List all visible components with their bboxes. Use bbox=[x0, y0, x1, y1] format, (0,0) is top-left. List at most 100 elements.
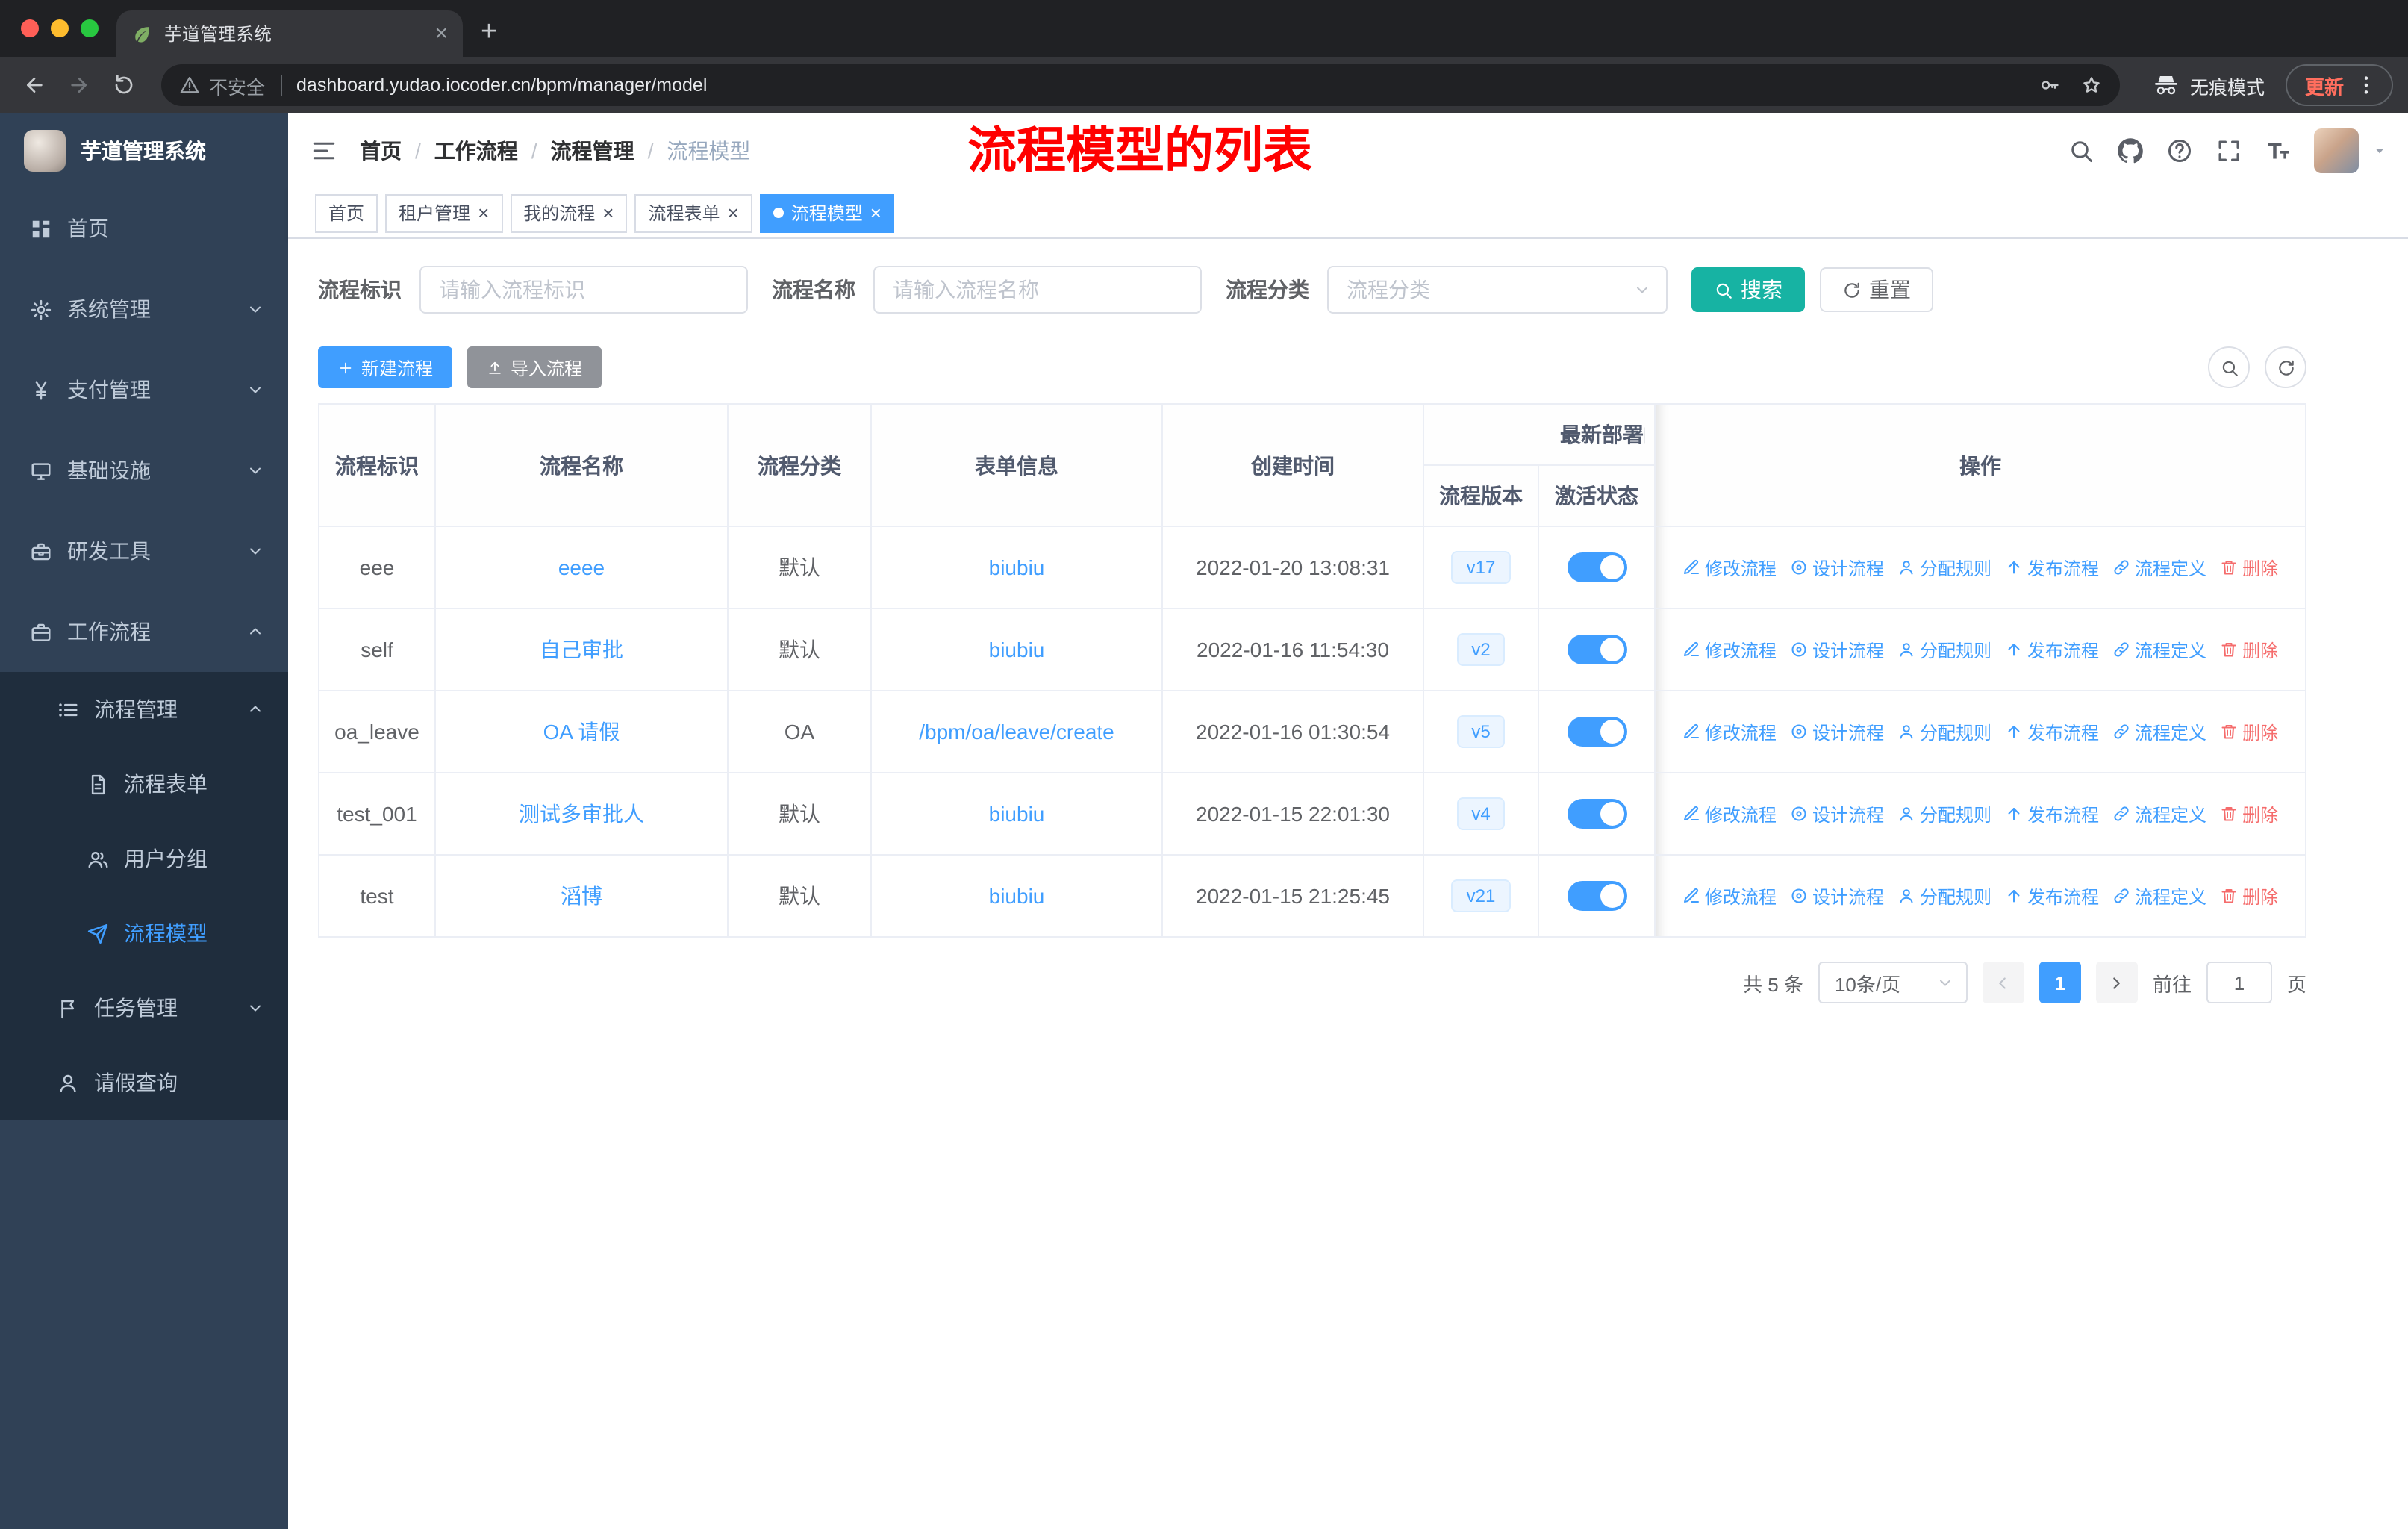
tags-view-item[interactable]: 租户管理 × bbox=[385, 193, 503, 232]
address-bar[interactable]: 不安全 dashboard.yudao.iocoder.cn/bpm/manag… bbox=[161, 64, 2120, 106]
action-delete-link[interactable]: 删除 bbox=[2220, 637, 2278, 662]
active-toggle[interactable] bbox=[1567, 881, 1626, 911]
action-design-link[interactable]: 设计流程 bbox=[1790, 883, 1884, 909]
back-icon[interactable] bbox=[15, 66, 54, 105]
action-edit-link[interactable]: 修改流程 bbox=[1682, 555, 1777, 580]
page-size-select[interactable]: 10条/页 bbox=[1818, 962, 1968, 1003]
action-publish-link[interactable]: 发布流程 bbox=[2005, 637, 2099, 662]
form-info-link[interactable]: /bpm/oa/leave/create bbox=[919, 720, 1114, 744]
create-process-button[interactable]: 新建流程 bbox=[318, 346, 453, 388]
sidebar-item-process-model[interactable]: 流程模型 bbox=[0, 896, 288, 971]
action-design-link[interactable]: 设计流程 bbox=[1790, 637, 1884, 662]
form-info-link[interactable]: biubiu bbox=[989, 802, 1045, 826]
form-info-link[interactable]: biubiu bbox=[989, 638, 1045, 661]
action-edit-link[interactable]: 修改流程 bbox=[1682, 637, 1777, 662]
sidebar-item-process-form[interactable]: 流程表单 bbox=[0, 747, 288, 821]
next-page-button[interactable] bbox=[2095, 962, 2138, 1003]
sidebar-item-infrastructure[interactable]: 基础设施 bbox=[0, 430, 288, 511]
action-assign-link[interactable]: 分配规则 bbox=[1897, 637, 1991, 662]
action-assign-link[interactable]: 分配规则 bbox=[1897, 719, 1991, 744]
new-tab-button[interactable]: + bbox=[481, 18, 497, 46]
action-edit-link[interactable]: 修改流程 bbox=[1682, 801, 1777, 826]
action-design-link[interactable]: 设计流程 bbox=[1790, 801, 1884, 826]
process-name-link[interactable]: 测试多审批人 bbox=[519, 802, 644, 826]
user-avatar[interactable] bbox=[2314, 128, 2359, 173]
active-toggle[interactable] bbox=[1567, 552, 1626, 582]
sidebar-item-system-management[interactable]: 系统管理 bbox=[0, 269, 288, 349]
close-icon[interactable]: × bbox=[870, 203, 882, 222]
action-delete-link[interactable]: 删除 bbox=[2220, 719, 2278, 744]
tab-close-icon[interactable]: × bbox=[434, 22, 448, 45]
action-edit-link[interactable]: 修改流程 bbox=[1682, 719, 1777, 744]
active-toggle[interactable] bbox=[1567, 799, 1626, 829]
browser-menu-button[interactable]: 更新 bbox=[2285, 64, 2393, 106]
action-design-link[interactable]: 设计流程 bbox=[1790, 719, 1884, 744]
refresh-table-button[interactable] bbox=[2265, 346, 2306, 388]
fullscreen-icon[interactable] bbox=[2215, 137, 2242, 164]
import-process-button[interactable]: 导入流程 bbox=[467, 346, 602, 388]
active-toggle[interactable] bbox=[1567, 635, 1626, 664]
sidebar-item-home[interactable]: 首页 bbox=[0, 188, 288, 269]
action-definition-link[interactable]: 流程定义 bbox=[2112, 555, 2206, 580]
close-icon[interactable]: × bbox=[728, 203, 739, 222]
action-publish-link[interactable]: 发布流程 bbox=[2005, 555, 2099, 580]
close-icon[interactable]: × bbox=[602, 203, 614, 222]
process-key-input[interactable] bbox=[419, 266, 748, 314]
action-definition-link[interactable]: 流程定义 bbox=[2112, 883, 2206, 909]
tags-view-item[interactable]: 我的流程 × bbox=[510, 193, 628, 232]
reset-button[interactable]: 重置 bbox=[1820, 267, 1933, 312]
action-assign-link[interactable]: 分配规则 bbox=[1897, 801, 1991, 826]
tags-view-item[interactable]: 流程表单 × bbox=[634, 193, 752, 232]
github-icon[interactable] bbox=[2117, 137, 2144, 164]
form-info-link[interactable]: biubiu bbox=[989, 884, 1045, 908]
action-delete-link[interactable]: 删除 bbox=[2220, 555, 2278, 580]
sidebar-item-leave-query[interactable]: 请假查询 bbox=[0, 1045, 288, 1120]
action-edit-link[interactable]: 修改流程 bbox=[1682, 883, 1777, 909]
window-minimize-button[interactable] bbox=[51, 19, 69, 37]
page-number-button[interactable]: 1 bbox=[2039, 962, 2081, 1003]
tags-view-item[interactable]: 首页 bbox=[315, 193, 378, 232]
action-publish-link[interactable]: 发布流程 bbox=[2005, 719, 2099, 744]
search-button[interactable]: 搜索 bbox=[1691, 267, 1805, 312]
sidebar-item-user-group[interactable]: 用户分组 bbox=[0, 821, 288, 896]
action-publish-link[interactable]: 发布流程 bbox=[2005, 883, 2099, 909]
close-icon[interactable]: × bbox=[478, 203, 489, 222]
breadcrumb-item[interactable]: 流程管理 bbox=[551, 136, 667, 166]
sidebar-item-task-management[interactable]: 任务管理 bbox=[0, 971, 288, 1045]
sidebar-item-process-management[interactable]: 流程管理 bbox=[0, 672, 288, 747]
font-size-icon[interactable] bbox=[2265, 137, 2292, 164]
action-design-link[interactable]: 设计流程 bbox=[1790, 555, 1884, 580]
action-definition-link[interactable]: 流程定义 bbox=[2112, 637, 2206, 662]
prev-page-button[interactable] bbox=[1982, 962, 2024, 1003]
toggle-search-button[interactable] bbox=[2208, 346, 2250, 388]
tags-view-item[interactable]: 流程模型 × bbox=[759, 193, 895, 232]
form-info-link[interactable]: biubiu bbox=[989, 555, 1045, 579]
hamburger-icon[interactable] bbox=[288, 137, 360, 164]
sidebar-item-workflow[interactable]: 工作流程 bbox=[0, 591, 288, 672]
action-delete-link[interactable]: 删除 bbox=[2220, 883, 2278, 909]
breadcrumb-item[interactable]: 工作流程 bbox=[434, 136, 551, 166]
help-icon[interactable] bbox=[2166, 137, 2193, 164]
browser-tab[interactable]: 芋道管理系统 × bbox=[116, 10, 463, 57]
window-zoom-button[interactable] bbox=[81, 19, 99, 37]
action-definition-link[interactable]: 流程定义 bbox=[2112, 719, 2206, 744]
bookmark-star-icon[interactable] bbox=[2081, 75, 2102, 96]
process-name-input[interactable] bbox=[873, 266, 1202, 314]
process-name-link[interactable]: 自己审批 bbox=[540, 638, 623, 661]
sidebar-item-dev-tools[interactable]: 研发工具 bbox=[0, 511, 288, 591]
process-name-link[interactable]: eeee bbox=[558, 555, 605, 579]
action-definition-link[interactable]: 流程定义 bbox=[2112, 801, 2206, 826]
breadcrumb-item[interactable]: 首页 bbox=[360, 136, 434, 166]
forward-icon[interactable] bbox=[60, 66, 99, 105]
action-publish-link[interactable]: 发布流程 bbox=[2005, 801, 2099, 826]
action-delete-link[interactable]: 删除 bbox=[2220, 801, 2278, 826]
goto-page-input[interactable] bbox=[2206, 962, 2272, 1003]
active-toggle[interactable] bbox=[1567, 717, 1626, 747]
process-name-link[interactable]: OA 请假 bbox=[543, 720, 620, 744]
action-assign-link[interactable]: 分配规则 bbox=[1897, 883, 1991, 909]
window-close-button[interactable] bbox=[21, 19, 39, 37]
action-assign-link[interactable]: 分配规则 bbox=[1897, 555, 1991, 580]
reload-icon[interactable] bbox=[105, 66, 143, 105]
category-select[interactable]: 流程分类 bbox=[1327, 266, 1668, 314]
sidebar-item-payment-management[interactable]: 支付管理 bbox=[0, 349, 288, 430]
